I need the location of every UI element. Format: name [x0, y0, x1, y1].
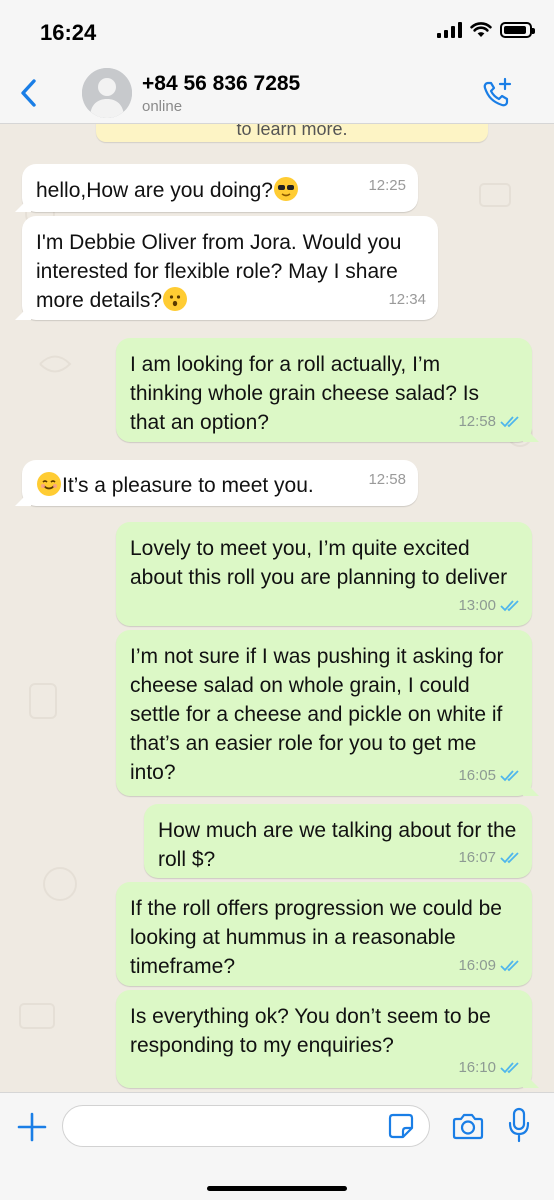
microphone-icon [508, 1107, 530, 1143]
message-time: 12:34 [388, 291, 426, 308]
message-bubble-incoming[interactable]: hello,How are you doing? 12:25 [22, 164, 418, 212]
message-text: If the roll offers progression we could … [130, 897, 502, 978]
message-bubble-outgoing[interactable]: I’m not sure if I was pushing it asking … [116, 630, 532, 796]
system-notice[interactable]: to learn more. [96, 124, 488, 142]
wifi-icon [470, 22, 492, 37]
message-time: 16:09 [458, 951, 520, 980]
battery-icon [500, 22, 535, 38]
message-bubble-outgoing[interactable]: Is everything ok? You don’t seem to be r… [116, 990, 532, 1088]
message-time: 12:25 [368, 177, 406, 194]
message-text: It’s a pleasure to meet you. [62, 474, 314, 497]
contact-name[interactable]: +84 56 836 7285 [142, 72, 300, 96]
chat-header: +84 56 836 7285 online [0, 62, 554, 124]
voice-message-button[interactable] [508, 1107, 530, 1143]
message-time: 16:07 [458, 843, 520, 872]
message-input-bar [0, 1092, 554, 1200]
message-text: Is everything ok? You don’t seem to be r… [130, 1005, 491, 1057]
message-text: I’m not sure if I was pushing it asking … [130, 645, 504, 784]
sunglasses-emoji [274, 177, 298, 201]
message-time: 12:58 [458, 407, 520, 436]
camera-icon [452, 1113, 484, 1140]
message-input[interactable] [62, 1105, 430, 1147]
message-bubble-outgoing[interactable]: Lovely to meet you, I’m quite excited ab… [116, 522, 532, 626]
default-avatar-icon [82, 68, 132, 118]
message-text: Lovely to meet you, I’m quite excited ab… [130, 537, 508, 589]
contact-status: online [142, 98, 183, 115]
status-time: 16:24 [40, 20, 97, 45]
double-check-read-icon [500, 851, 519, 863]
status-icons [437, 22, 535, 38]
message-text: I'm Debbie Oliver from Jora. Would you i… [36, 231, 402, 312]
contact-avatar[interactable] [82, 68, 132, 118]
message-time: 16:10 [458, 1053, 520, 1082]
message-time: 16:05 [458, 761, 520, 790]
message-bubble-outgoing[interactable]: I am looking for a roll actually, I’m th… [116, 338, 532, 442]
message-bubble-outgoing[interactable]: How much are we talking about for the ro… [144, 804, 532, 878]
chat-area[interactable]: to learn more. hello,How are you doing? … [0, 124, 554, 1092]
status-bar: 16:24 [0, 0, 554, 62]
chevron-left-icon [21, 79, 36, 107]
message-bubble-incoming[interactable]: I'm Debbie Oliver from Jora. Would you i… [22, 216, 438, 320]
phone-plus-icon [483, 77, 512, 107]
double-check-read-icon [500, 769, 519, 781]
double-check-read-icon [500, 415, 519, 427]
message-time: 12:58 [368, 471, 406, 488]
double-check-read-icon [500, 959, 519, 971]
message-time: 13:00 [458, 591, 520, 620]
message-text: I am looking for a roll actually, I’m th… [130, 353, 480, 434]
plus-icon [17, 1112, 47, 1142]
cellular-signal-icon [437, 22, 462, 38]
sticker-button[interactable] [388, 1113, 414, 1139]
smiling-face-emoji [37, 472, 61, 496]
attach-button[interactable] [16, 1111, 48, 1143]
double-check-read-icon [500, 599, 519, 611]
message-bubble-outgoing[interactable]: If the roll offers progression we could … [116, 882, 532, 986]
back-button[interactable] [14, 76, 44, 110]
hushed-face-emoji [163, 287, 188, 311]
message-bubble-incoming[interactable]: It’s a pleasure to meet you. 12:58 [22, 460, 418, 506]
battery-level [504, 26, 526, 34]
home-indicator[interactable] [207, 1186, 347, 1191]
double-check-read-icon [500, 1061, 519, 1073]
message-text: hello,How are you doing? [36, 179, 273, 202]
add-call-button[interactable] [480, 76, 514, 110]
system-notice-text: to learn more. [236, 124, 348, 139]
sticker-icon [388, 1113, 414, 1139]
camera-button[interactable] [452, 1111, 484, 1141]
